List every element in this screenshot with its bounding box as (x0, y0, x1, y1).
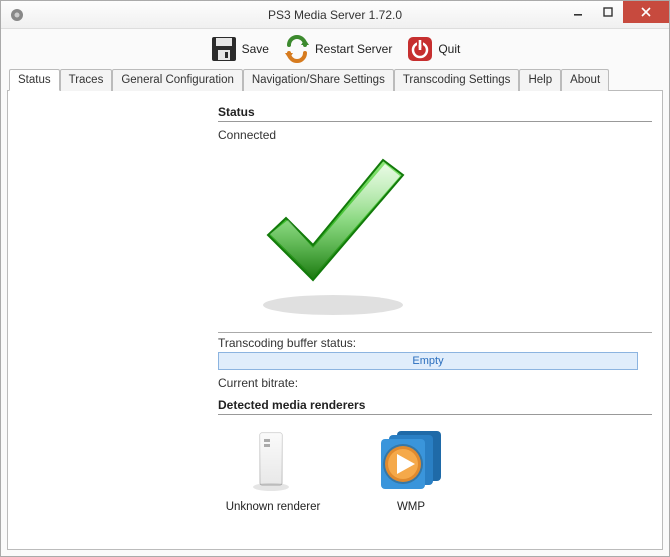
tab-bar: Status Traces General Configuration Navi… (7, 69, 663, 91)
status-indicator (238, 150, 652, 320)
buffer-status-value: Empty (412, 355, 443, 367)
save-icon (210, 35, 238, 63)
maximize-button[interactable] (593, 1, 623, 23)
tab-status[interactable]: Status (9, 69, 60, 91)
unknown-renderer-icon (233, 425, 313, 495)
quit-icon (406, 35, 434, 63)
renderer-label: WMP (397, 501, 425, 513)
app-icon (9, 7, 25, 23)
tab-navigation-share[interactable]: Navigation/Share Settings (243, 69, 394, 91)
renderers-list: Unknown renderer WMP (218, 425, 652, 513)
tab-transcoding-settings[interactable]: Transcoding Settings (394, 69, 520, 91)
tab-about[interactable]: About (561, 69, 609, 91)
renderers-heading: Detected media renderers (218, 398, 652, 415)
titlebar: PS3 Media Server 1.72.0 (1, 1, 669, 29)
save-button[interactable]: Save (206, 33, 273, 65)
wmp-icon (371, 425, 451, 495)
status-panel: Status Connected (7, 91, 663, 550)
restart-label: Restart Server (315, 42, 392, 56)
minimize-button[interactable] (563, 1, 593, 23)
tab-general-configuration[interactable]: General Configuration (112, 69, 243, 91)
status-heading: Status (218, 105, 652, 122)
tab-traces[interactable]: Traces (60, 69, 113, 91)
restart-button[interactable]: Restart Server (279, 33, 396, 65)
restart-icon (283, 35, 311, 63)
connection-status: Connected (218, 128, 652, 142)
checkmark-icon (238, 150, 428, 320)
quit-button[interactable]: Quit (402, 33, 464, 65)
toolbar: Save Restart Server (1, 29, 669, 69)
app-window: PS3 Media Server 1.72.0 Sav (0, 0, 670, 557)
quit-label: Quit (438, 42, 460, 56)
renderer-label: Unknown renderer (226, 501, 321, 513)
buffer-status-label: Transcoding buffer status: (218, 332, 652, 350)
window-controls (563, 1, 669, 23)
bitrate-label: Current bitrate: (218, 376, 652, 390)
close-button[interactable] (623, 1, 669, 23)
renderer-item: Unknown renderer (218, 425, 328, 513)
save-label: Save (242, 42, 269, 56)
buffer-status-bar: Empty (218, 352, 638, 370)
renderer-item: WMP (356, 425, 466, 513)
tab-help[interactable]: Help (519, 69, 561, 91)
